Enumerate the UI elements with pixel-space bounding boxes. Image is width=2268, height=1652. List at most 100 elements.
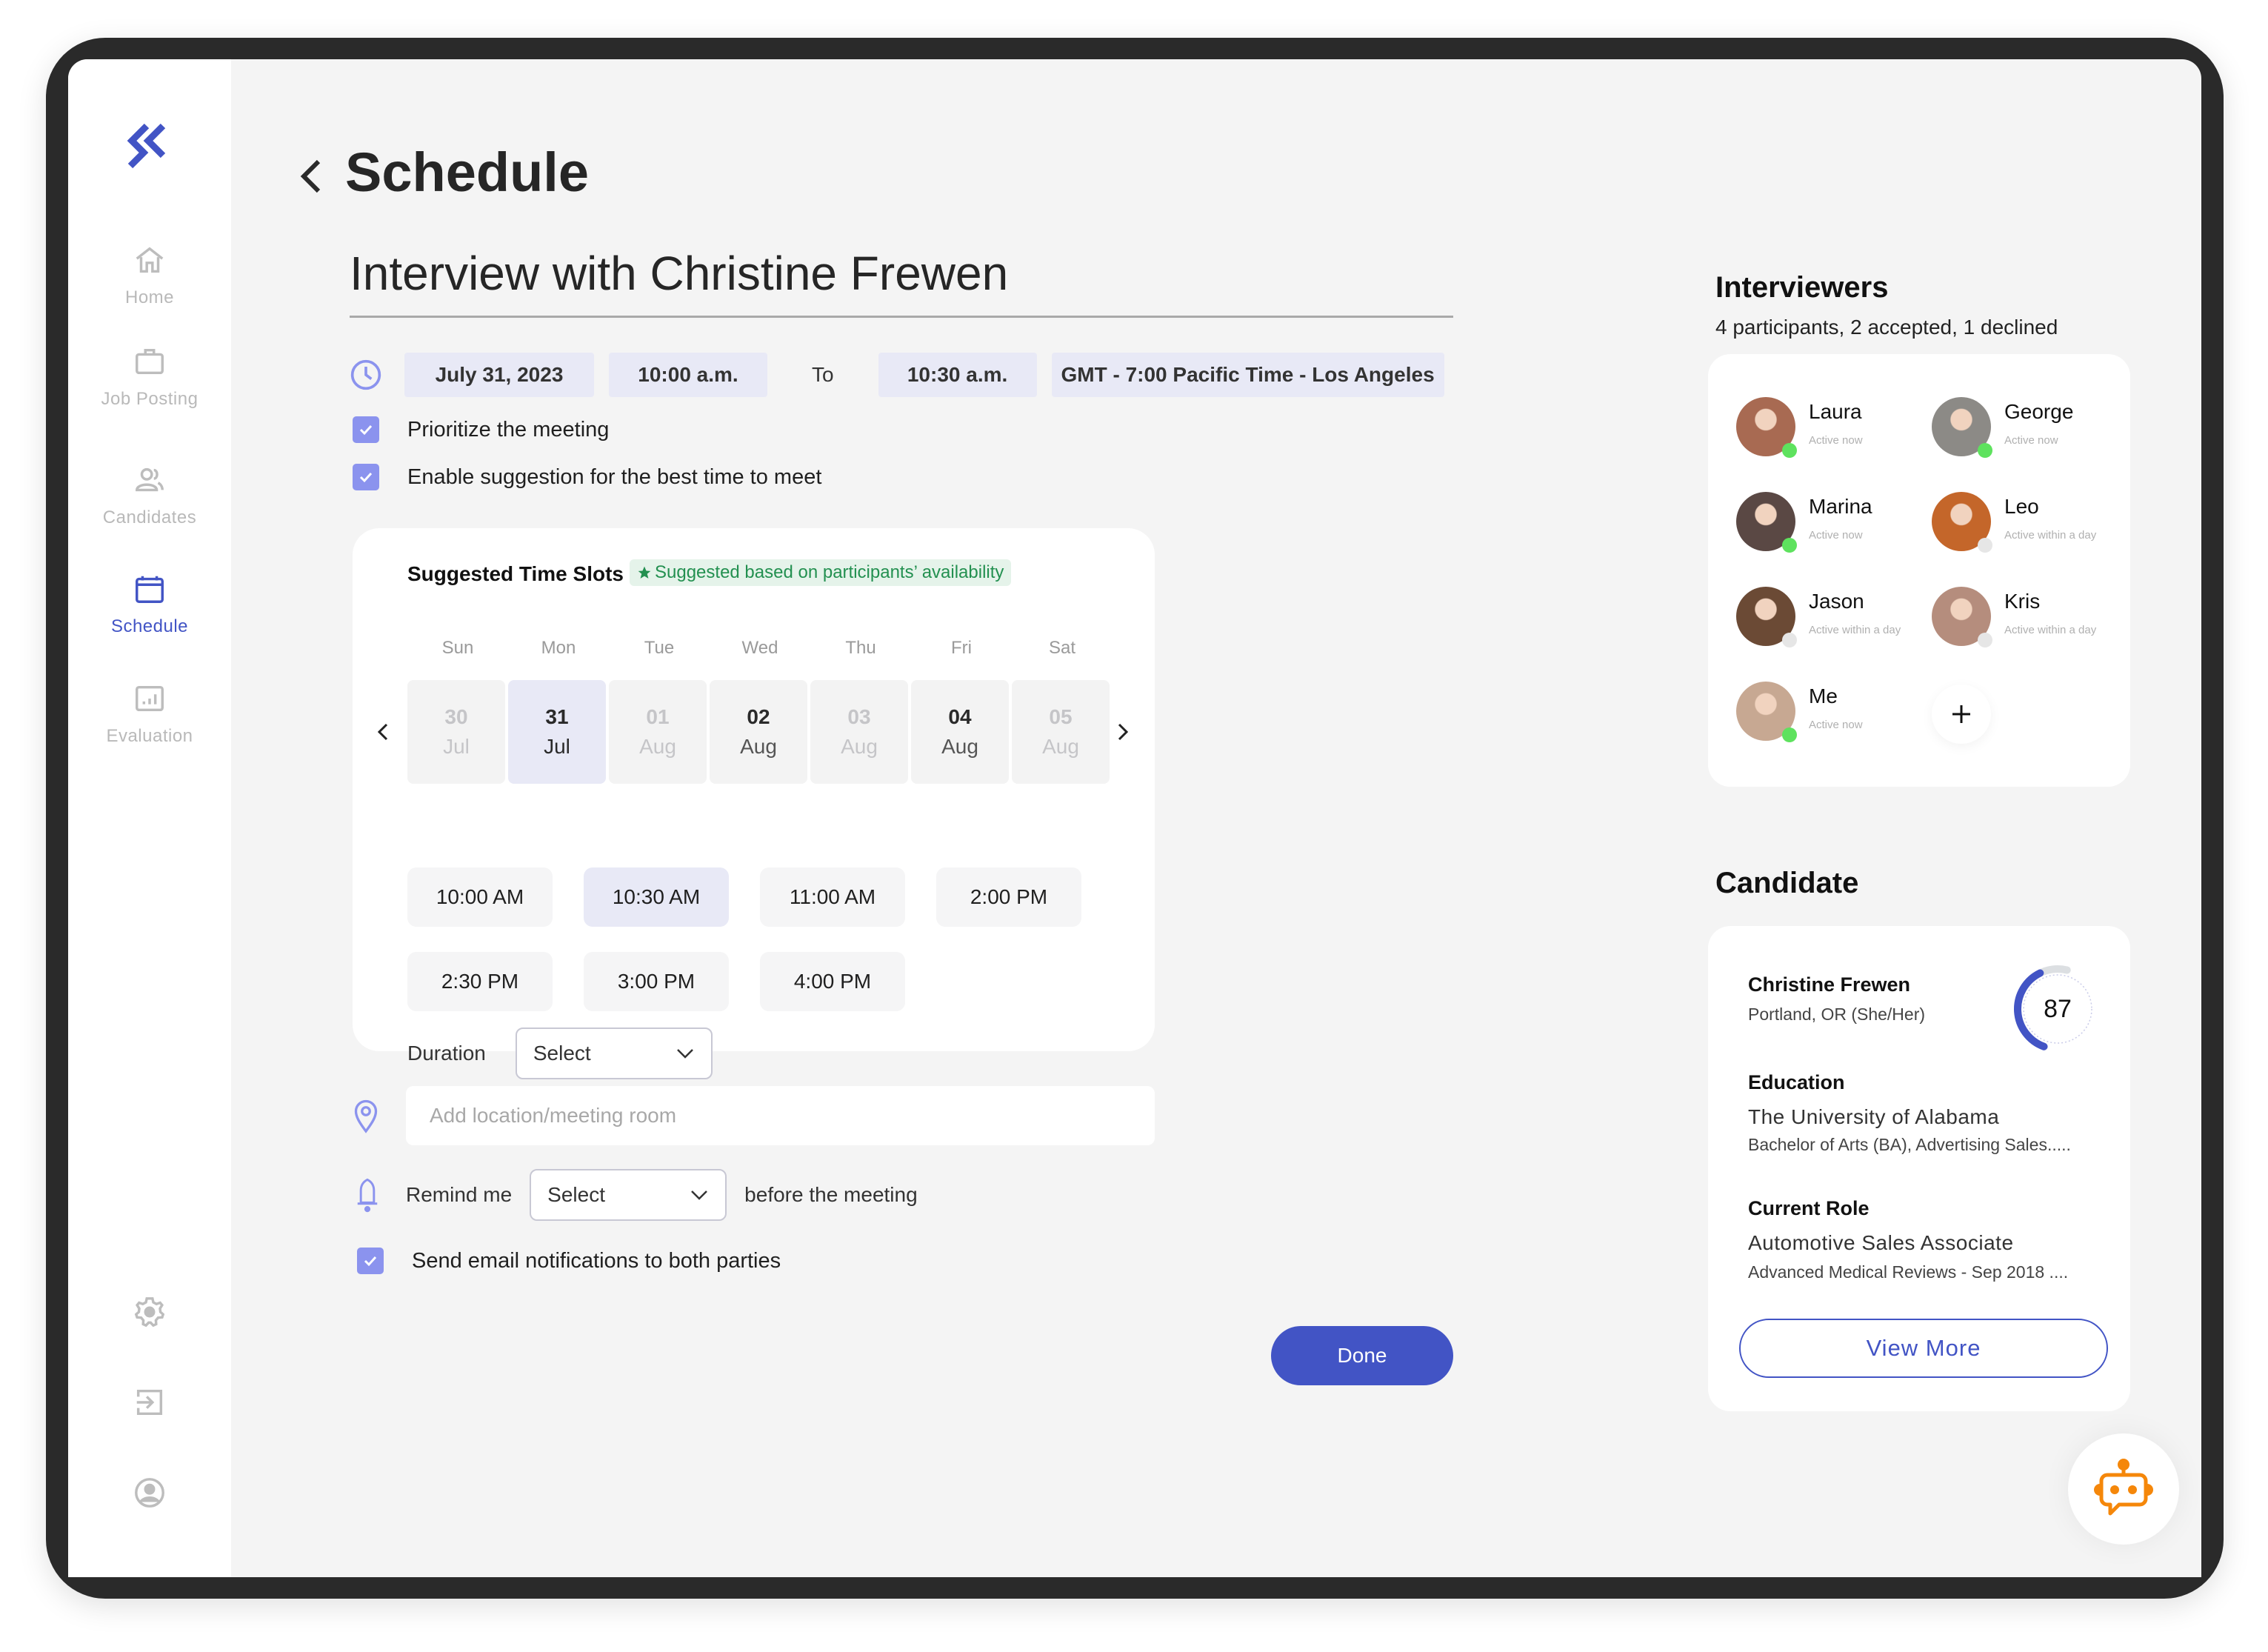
duration-select[interactable]: Select bbox=[515, 1027, 713, 1079]
interviewer-marina[interactable]: Marina Active now bbox=[1736, 492, 1872, 553]
date-cell-01[interactable]: 01 Aug bbox=[609, 680, 707, 784]
logout-button[interactable] bbox=[68, 1385, 231, 1419]
sidebar-item-home[interactable]: Home bbox=[68, 243, 231, 308]
online-status-dot bbox=[1782, 443, 1797, 458]
sidebar-item-job-posting[interactable]: Job Posting bbox=[68, 344, 231, 410]
date-day: 01 bbox=[646, 705, 670, 728]
date-month: Aug bbox=[740, 735, 777, 758]
done-button[interactable]: Done bbox=[1271, 1326, 1453, 1385]
date-time-row: July 31, 2023 10:00 a.m. To 10:30 a.m. G… bbox=[350, 353, 1459, 397]
checkbox-checked[interactable] bbox=[353, 464, 379, 490]
view-more-button[interactable]: View More bbox=[1739, 1319, 2108, 1378]
badge-text: Suggested based on participants’ availab… bbox=[655, 562, 1004, 582]
candidate-title: Candidate bbox=[1715, 867, 1859, 899]
interviewer-george[interactable]: George Active now bbox=[1932, 397, 2073, 458]
role-company: Advanced Medical Reviews - Sep 2018 .... bbox=[1748, 1262, 2069, 1282]
gear-icon bbox=[134, 1297, 165, 1328]
page-title: Schedule bbox=[345, 141, 589, 203]
prioritize-checkbox[interactable]: Prioritize the meeting bbox=[353, 416, 609, 443]
reminder-select[interactable]: Select bbox=[530, 1169, 727, 1221]
enable-suggestion-checkbox[interactable]: Enable suggestion for the best time to m… bbox=[353, 464, 821, 490]
date-strip: 30 Jul 31 Jul 01 Aug 02 Aug 03 Aug 04 Aug 05 Aug bbox=[407, 680, 1113, 784]
end-time-chip[interactable]: 10:30 a.m. bbox=[878, 353, 1037, 397]
date-cell-03[interactable]: 03 Aug bbox=[810, 680, 908, 784]
chevron-right-icon[interactable] bbox=[1112, 717, 1134, 747]
date-month: Aug bbox=[841, 735, 878, 758]
date-day: 05 bbox=[1049, 705, 1073, 728]
calendar-icon bbox=[136, 576, 164, 603]
offline-status-dot bbox=[1978, 633, 1992, 647]
duration-row: Duration Select bbox=[407, 1027, 713, 1079]
time-slot[interactable]: 2:00 PM bbox=[936, 867, 1081, 927]
sidebar-item-label: Job Posting bbox=[101, 389, 199, 409]
offline-status-dot bbox=[1782, 633, 1797, 647]
date-month: Jul bbox=[443, 735, 470, 758]
interviewer-info: Laura Active now bbox=[1809, 400, 1863, 447]
chevron-down-icon bbox=[691, 1190, 708, 1200]
duration-value: Select bbox=[533, 1042, 591, 1065]
interviewer-status: Active now bbox=[1809, 719, 1863, 731]
interviewer-leo[interactable]: Leo Active within a day bbox=[1932, 492, 2096, 553]
sidebar-item-label: Evaluation bbox=[106, 726, 193, 746]
check-icon bbox=[359, 424, 373, 436]
star-icon bbox=[638, 566, 651, 579]
checkbox-checked[interactable] bbox=[357, 1248, 384, 1274]
check-icon bbox=[364, 1256, 377, 1267]
email-notify-checkbox[interactable]: Send email notifications to both parties bbox=[357, 1248, 781, 1274]
sidebar-item-evaluation[interactable]: Evaluation bbox=[68, 682, 231, 747]
interviewer-status: Active now bbox=[2004, 434, 2058, 447]
robot-chat-icon bbox=[2094, 1459, 2153, 1516]
time-slot[interactable]: 3:00 PM bbox=[584, 952, 729, 1011]
back-chevron-icon[interactable] bbox=[295, 154, 327, 199]
card-title: Suggested Time Slots bbox=[407, 562, 624, 585]
reminder-row: Remind me Select before the meeting bbox=[354, 1169, 918, 1221]
add-interviewer-button[interactable] bbox=[1932, 685, 1991, 744]
interviewer-info: Kris Active within a day bbox=[2004, 590, 2096, 636]
date-month: Aug bbox=[1042, 735, 1079, 758]
location-pin-icon bbox=[354, 1099, 378, 1133]
time-slot-grid: 10:00 AM 10:30 AM 11:00 AM 2:00 PM 2:30 PM 3:… bbox=[407, 867, 1133, 1011]
sidebar-item-schedule[interactable]: Schedule bbox=[68, 572, 231, 637]
checkbox-checked[interactable] bbox=[353, 416, 379, 443]
interviewer-me[interactable]: Me Active now bbox=[1736, 682, 1863, 742]
to-label: To bbox=[812, 363, 834, 386]
reminder-value: Select bbox=[547, 1183, 605, 1206]
date-cell-30[interactable]: 30 Jul bbox=[407, 680, 505, 784]
interviewer-name: Leo bbox=[2004, 495, 2039, 518]
avatar bbox=[1736, 587, 1797, 647]
weekday-label: Wed bbox=[741, 638, 778, 658]
interviewer-name: Me bbox=[1809, 685, 1838, 707]
timezone-chip[interactable]: GMT - 7:00 Pacific Time - Los Angeles bbox=[1051, 353, 1444, 397]
interviewer-info: George Active now bbox=[2004, 400, 2073, 447]
date-chip[interactable]: July 31, 2023 bbox=[404, 353, 594, 397]
location-input[interactable] bbox=[406, 1086, 1155, 1145]
weekday-header: Sun Mon Tue Wed Thu Fri Sat bbox=[407, 638, 1113, 659]
weekday-label: Tue bbox=[644, 638, 675, 658]
sidebar-item-candidates[interactable]: Candidates bbox=[68, 463, 231, 528]
time-slot[interactable]: 4:00 PM bbox=[760, 952, 905, 1011]
interviewer-info: Jason Active within a day bbox=[1809, 590, 1901, 636]
candidate-location: Portland, OR (She/Her) bbox=[1748, 1005, 1926, 1024]
profile-button[interactable] bbox=[68, 1476, 231, 1510]
date-cell-05[interactable]: 05 Aug bbox=[1012, 680, 1110, 784]
interviewer-laura[interactable]: Laura Active now bbox=[1736, 397, 1863, 458]
online-status-dot bbox=[1782, 727, 1797, 742]
date-cell-02[interactable]: 02 Aug bbox=[710, 680, 807, 784]
interviewer-status: Active within a day bbox=[2004, 624, 2097, 636]
date-cell-04[interactable]: 04 Aug bbox=[911, 680, 1009, 784]
date-cell-31[interactable]: 31 Jul bbox=[508, 680, 606, 784]
start-time-chip[interactable]: 10:00 a.m. bbox=[609, 353, 767, 397]
briefcase-icon bbox=[136, 348, 164, 375]
interviewer-jason[interactable]: Jason Active within a day bbox=[1736, 587, 1901, 647]
time-slot[interactable]: 2:30 PM bbox=[407, 952, 553, 1011]
meeting-title-input[interactable]: Interview with Christine Frewen bbox=[350, 246, 1453, 318]
time-slot[interactable]: 11:00 AM bbox=[760, 867, 905, 927]
interviewer-kris[interactable]: Kris Active within a day bbox=[1932, 587, 2096, 647]
avatar bbox=[1932, 397, 1992, 458]
time-slot[interactable]: 10:30 AM bbox=[584, 867, 729, 927]
role-title: Automotive Sales Associate bbox=[1748, 1231, 2014, 1254]
chevron-left-icon[interactable] bbox=[372, 717, 394, 747]
assistant-bot-button[interactable] bbox=[2068, 1433, 2179, 1545]
settings-button[interactable] bbox=[68, 1295, 231, 1329]
time-slot[interactable]: 10:00 AM bbox=[407, 867, 553, 927]
